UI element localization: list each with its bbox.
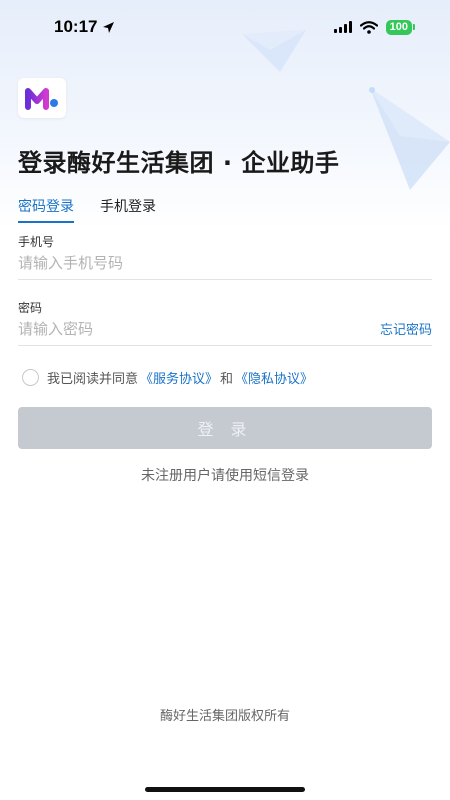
status-time: 10:17 (54, 17, 115, 37)
wifi-icon (359, 20, 378, 34)
login-button[interactable]: 登 录 (18, 407, 432, 449)
brand-logo (18, 78, 66, 118)
cellular-signal-icon (333, 21, 352, 33)
battery-icon: 100 (385, 19, 416, 35)
home-indicator[interactable] (145, 787, 305, 792)
agreement-row: 我已阅读并同意 《服务协议》 和 《隐私协议》 (22, 368, 313, 387)
password-input[interactable] (18, 319, 380, 338)
service-agreement-link[interactable]: 《服务协议》 (140, 368, 218, 387)
location-arrow-icon (103, 21, 115, 33)
agreement-checkbox[interactable] (22, 369, 39, 386)
tab-phone-login[interactable]: 手机登录 (100, 196, 156, 223)
phone-input[interactable] (18, 253, 432, 272)
phone-field (18, 246, 432, 280)
battery-level: 100 (389, 20, 408, 33)
login-tabs: 密码登录 手机登录 (18, 196, 156, 223)
status-bar: 10:17 100 (0, 0, 450, 54)
tab-password-login[interactable]: 密码登录 (18, 196, 74, 223)
page-title: 登录酶好生活集团 · 企业助手 (18, 149, 340, 177)
status-time-text: 10:17 (54, 17, 98, 36)
agreement-prefix: 我已阅读并同意 (47, 372, 139, 387)
agreement-conjunction: 和 (220, 372, 234, 387)
forgot-password-link[interactable]: 忘记密码 (380, 319, 432, 338)
status-indicators: 100 (333, 19, 416, 35)
sms-login-hint: 未注册用户请使用短信登录 (141, 468, 309, 484)
paper-plane-decoration-large (369, 87, 450, 190)
brand-logo-icon (25, 88, 58, 110)
copyright-text: 酶好生活集团版权所有 (159, 709, 290, 724)
privacy-agreement-link[interactable]: 《隐私协议》 (235, 368, 313, 387)
password-field: 忘记密码 (18, 312, 432, 346)
